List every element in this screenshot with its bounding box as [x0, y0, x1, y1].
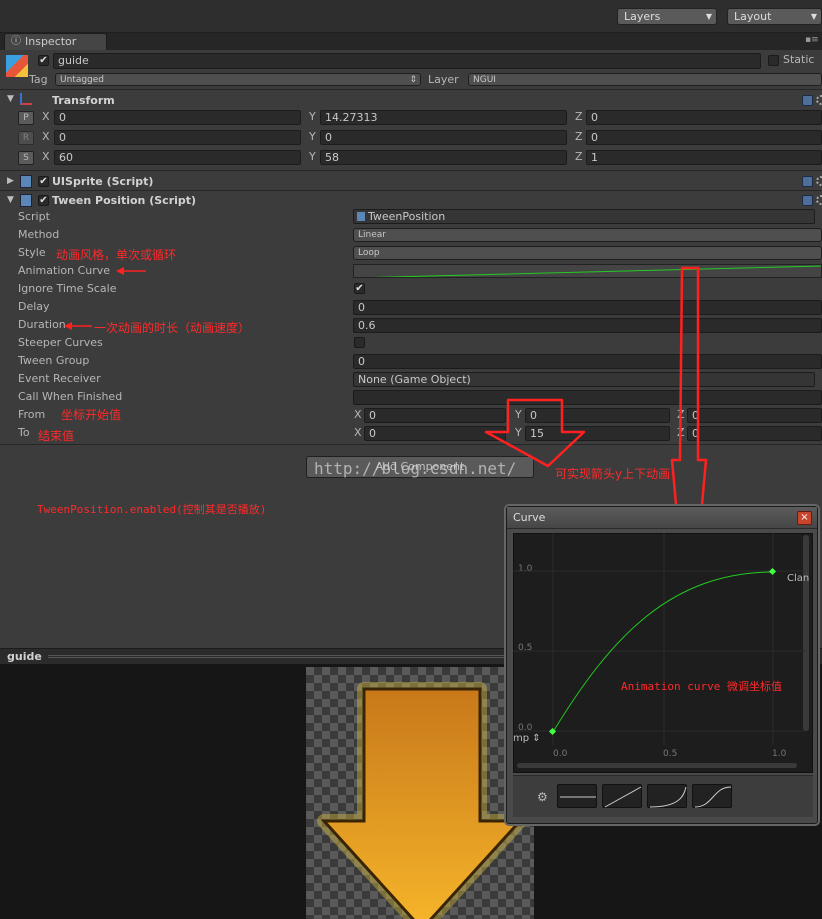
preset-bar: ⚙ [513, 775, 813, 817]
preset-ease-in-out[interactable] [692, 784, 732, 808]
preset-linear[interactable] [602, 784, 642, 808]
preset-constant[interactable] [557, 784, 597, 808]
pointer-arrowhead [64, 322, 72, 330]
pointer-arrowhead [116, 267, 124, 275]
annotation-curve: Animation curve 微调坐标值 [621, 680, 782, 693]
curve-line [552, 571, 773, 733]
curve-window-title: Curve [513, 511, 546, 524]
curve-title-bar[interactable]: Curve × [507, 507, 817, 529]
down-arrow-outline [484, 398, 586, 468]
gear-icon[interactable]: ⚙ [537, 790, 548, 804]
curve-key-end[interactable] [768, 567, 777, 576]
curve-plot [513, 533, 805, 745]
close-icon[interactable]: × [797, 511, 812, 525]
preset-ease-in[interactable] [647, 784, 687, 808]
curve-window: Curve × 1.0 0.5 0.0 0.0 0.5 1.0 mp ⇕ Cla… [506, 506, 818, 824]
